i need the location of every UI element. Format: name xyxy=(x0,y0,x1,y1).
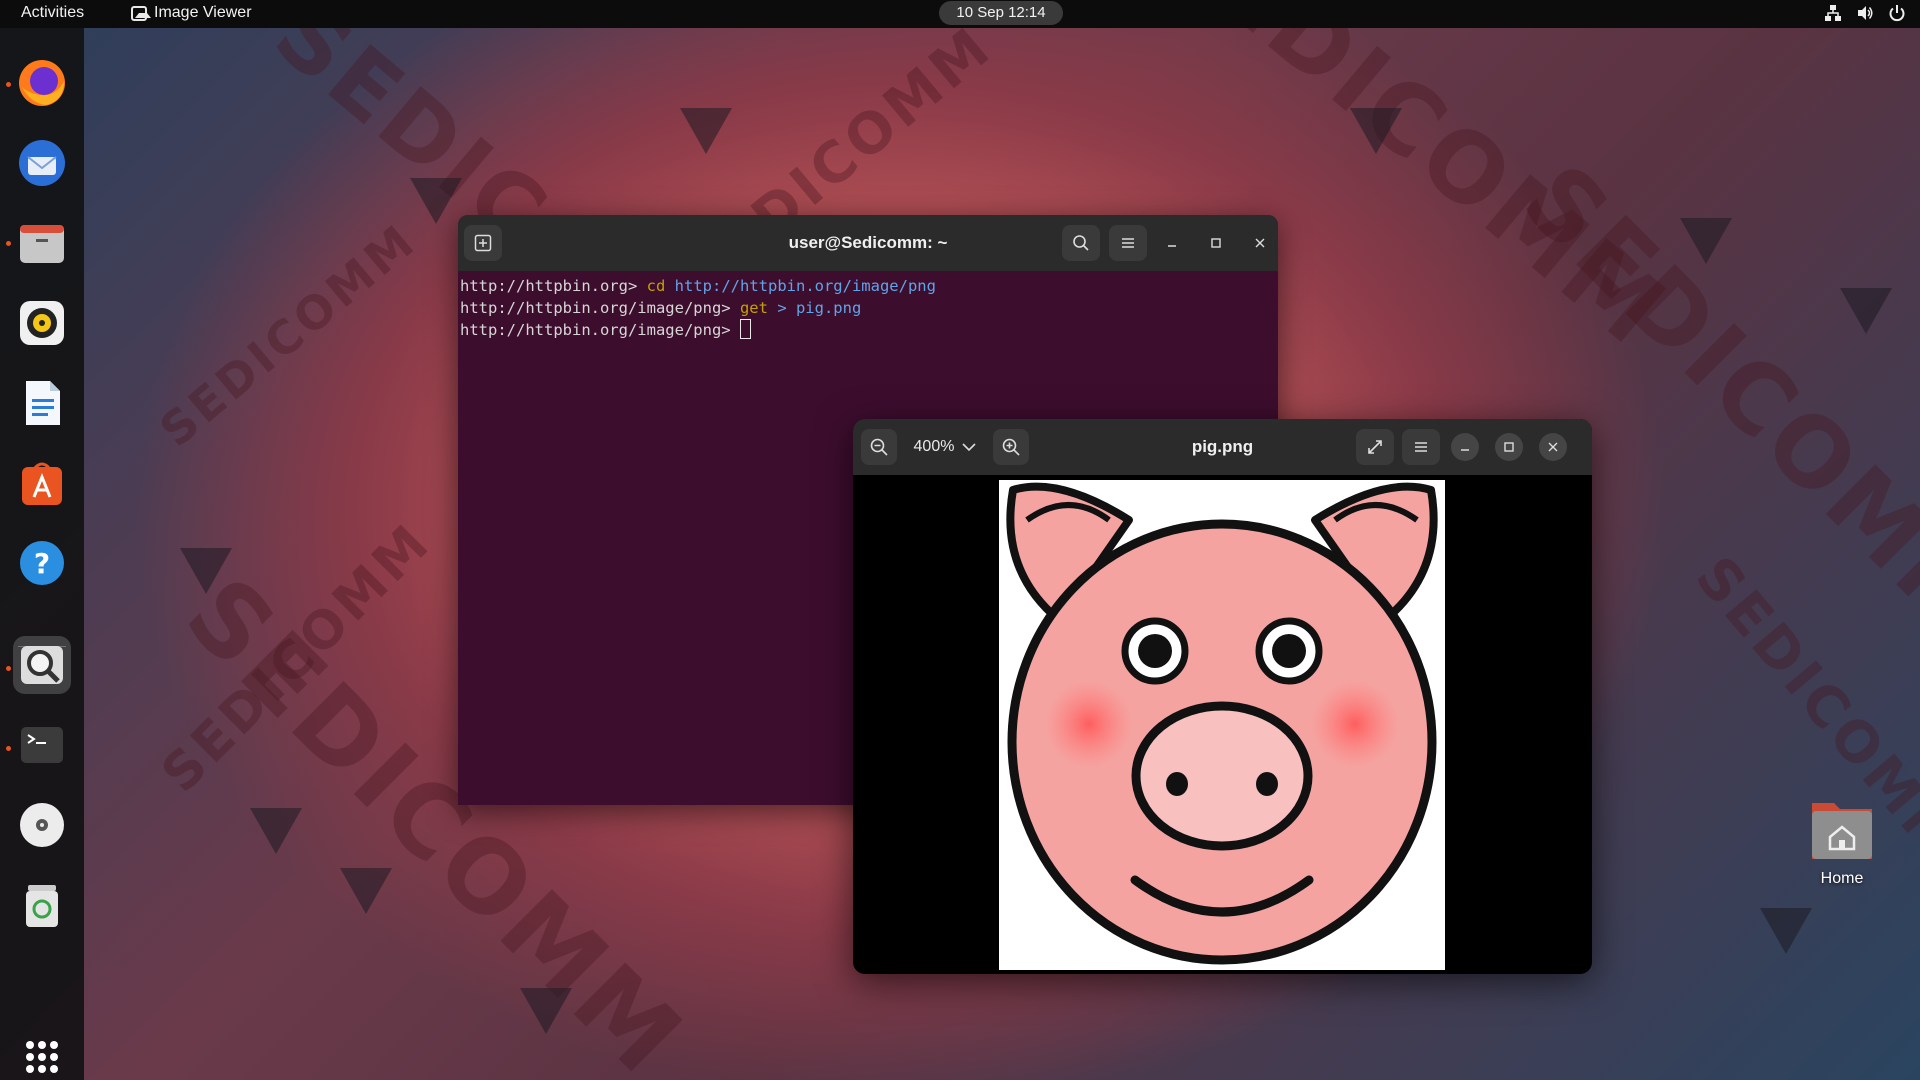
prompt: http://httpbin.org/image/png> xyxy=(460,321,731,339)
thunderbird-icon[interactable] xyxy=(13,134,71,192)
terminal-minimize-button[interactable] xyxy=(1158,229,1186,257)
viewer-menu-button[interactable] xyxy=(1402,429,1440,465)
disc-icon[interactable] xyxy=(13,796,71,854)
running-indicator xyxy=(6,666,11,671)
command-argument: http://httpbin.org/image/png xyxy=(674,277,936,295)
decor-triangle xyxy=(520,988,572,1034)
terminal-output[interactable]: http://httpbin.org> cd http://httpbin.or… xyxy=(458,275,1278,341)
image-viewer-header[interactable]: 400% pig.png xyxy=(853,419,1592,475)
command-argument: > pig.png xyxy=(777,299,862,317)
running-indicator xyxy=(6,241,11,246)
maximize-icon xyxy=(1211,238,1221,248)
terminal-line: http://httpbin.org/image/png> xyxy=(460,319,1278,341)
terminal-maximize-button[interactable] xyxy=(1202,229,1230,257)
hamburger-icon xyxy=(1415,442,1427,452)
trash-icon[interactable] xyxy=(13,876,71,934)
command: get xyxy=(739,299,768,317)
power-icon[interactable] xyxy=(1888,4,1906,22)
top-bar: Activities Image Viewer 10 Sep 12:14 xyxy=(0,0,1920,28)
image-viewer-small-icon xyxy=(131,5,151,21)
terminal-line: http://httpbin.org> cd http://httpbin.or… xyxy=(460,275,1278,297)
terminal-line: http://httpbin.org/image/png> get > pig.… xyxy=(460,297,1278,319)
terminal-icon[interactable] xyxy=(13,716,71,774)
minimize-icon xyxy=(1168,245,1176,247)
viewer-minimize-button[interactable] xyxy=(1451,433,1479,461)
home-folder-icon[interactable] xyxy=(1810,793,1874,863)
decor-triangle xyxy=(1350,108,1402,154)
minimize-icon xyxy=(1461,449,1469,451)
terminal-header[interactable]: user@Sedicomm: ~ xyxy=(458,215,1278,271)
running-indicator xyxy=(6,82,11,87)
image-viewer-icon[interactable] xyxy=(13,636,71,694)
displayed-image[interactable] xyxy=(999,480,1445,970)
volume-icon[interactable] xyxy=(1856,4,1874,22)
terminal-title: user@Sedicomm: ~ xyxy=(788,233,948,252)
clock[interactable]: 10 Sep 12:14 xyxy=(939,1,1063,25)
search-icon xyxy=(1073,235,1089,251)
app-center-icon[interactable] xyxy=(13,454,71,512)
close-icon xyxy=(1548,442,1558,452)
decor-triangle xyxy=(340,868,392,914)
activities-button[interactable]: Activities xyxy=(21,4,84,22)
rhythmbox-icon[interactable] xyxy=(13,294,71,352)
network-icon[interactable] xyxy=(1824,4,1842,22)
watermark: SEDICOMM xyxy=(149,212,427,458)
decor-triangle xyxy=(410,178,462,224)
prompt: http://httpbin.org> xyxy=(460,277,638,295)
image-viewer-window[interactable]: 400% pig.png xyxy=(853,419,1592,974)
dock: ? xyxy=(0,28,84,1080)
terminal-search-button[interactable] xyxy=(1062,225,1100,261)
maximize-icon xyxy=(1504,442,1514,452)
terminal-menu-button[interactable] xyxy=(1109,225,1147,261)
home-folder-label[interactable]: Home xyxy=(1790,870,1894,888)
fullscreen-button[interactable] xyxy=(1356,429,1394,465)
text-cursor xyxy=(739,319,751,339)
terminal-close-button[interactable] xyxy=(1246,229,1274,257)
hamburger-icon xyxy=(1122,238,1134,248)
system-tray[interactable] xyxy=(1824,4,1906,22)
viewer-close-button[interactable] xyxy=(1539,433,1567,461)
decor-triangle xyxy=(1840,288,1892,334)
show-apps-icon[interactable] xyxy=(13,1028,71,1080)
image-viewer-title: pig.png xyxy=(1191,437,1254,456)
firefox-icon[interactable] xyxy=(13,54,71,112)
close-icon xyxy=(1255,238,1265,248)
decor-triangle xyxy=(680,108,732,154)
running-indicator xyxy=(6,746,11,751)
prompt: http://httpbin.org/image/png> xyxy=(460,299,731,317)
writer-icon[interactable] xyxy=(13,374,71,432)
help-icon[interactable]: ? xyxy=(13,534,71,592)
files-icon[interactable] xyxy=(13,214,71,272)
decor-triangle xyxy=(250,808,302,854)
viewer-maximize-button[interactable] xyxy=(1495,433,1523,461)
command: cd xyxy=(646,277,666,295)
app-menu[interactable]: Image Viewer xyxy=(131,4,252,22)
svg-text:?: ? xyxy=(34,547,50,580)
decor-triangle xyxy=(180,548,232,594)
fullscreen-icon xyxy=(1368,440,1382,454)
pig-image xyxy=(1006,482,1438,965)
decor-triangle xyxy=(1760,908,1812,954)
decor-triangle xyxy=(1680,218,1732,264)
app-menu-label: Image Viewer xyxy=(154,4,252,21)
